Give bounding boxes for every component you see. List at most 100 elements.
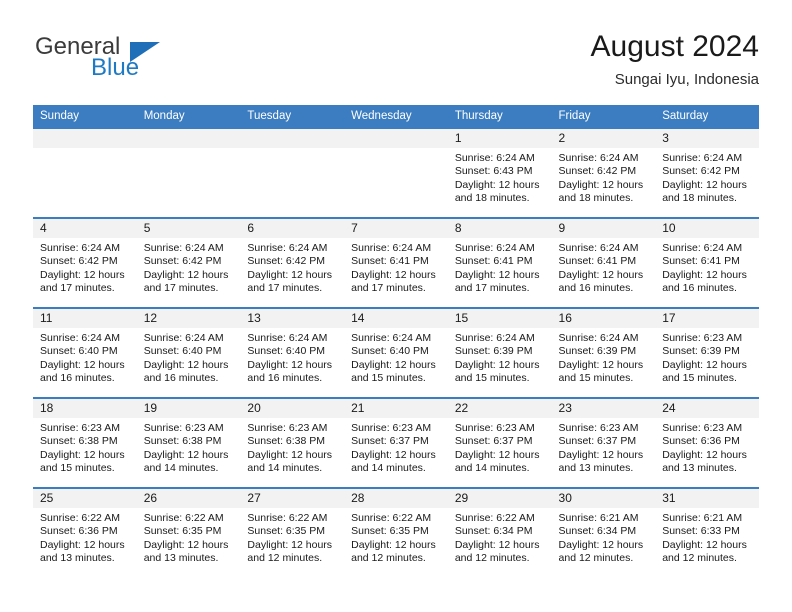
sun-info: Sunrise: 6:22 AM Sunset: 6:35 PM Daylight:… [344, 508, 448, 565]
sunrise-text: Sunrise: 6:24 AM [143, 332, 224, 344]
daylight-text-line1: Daylight: 12 hours [143, 358, 229, 371]
sunrise-text: Sunrise: 6:24 AM [247, 242, 328, 254]
daylight-text-line1: Daylight: 12 hours [143, 268, 229, 281]
day-number: 6 [240, 219, 345, 238]
calendar-day-cell[interactable]: 28 Sunrise: 6:22 AM Sunset: 6:35 PM Dayligh… [344, 487, 448, 577]
daylight-text-line2: and 15 minutes. [454, 371, 530, 384]
sunset-text: Sunset: 6:33 PM [662, 525, 740, 538]
calendar-day-cell[interactable]: 7 Sunrise: 6:24 AM Sunset: 6:41 PM Daylight… [344, 217, 448, 308]
sunrise-text: Sunrise: 6:23 AM [454, 422, 535, 434]
daylight-text-line1: Daylight: 12 hours [143, 538, 229, 551]
sunset-text: Sunset: 6:35 PM [351, 525, 429, 538]
calendar-day-cell[interactable]: 2 Sunrise: 6:24 AM Sunset: 6:42 PM Daylight… [551, 127, 656, 218]
sun-info: Sunrise: 6:24 AM Sunset: 6:39 PM Daylight:… [552, 328, 656, 385]
sunrise-text: Sunrise: 6:22 AM [40, 512, 120, 524]
sunset-text: Sunset: 6:36 PM [40, 525, 118, 538]
sunset-text: Sunset: 6:43 PM [454, 165, 533, 178]
calendar-day-cell[interactable]: 19 Sunrise: 6:23 AM Sunset: 6:38 PM Dayligh… [136, 397, 241, 488]
daylight-text-line2: and 12 minutes. [454, 551, 530, 564]
daylight-text-line2: and 15 minutes. [558, 371, 634, 384]
calendar-day-cell[interactable]: 18 Sunrise: 6:23 AM Sunset: 6:38 PM Dayligh… [33, 397, 137, 488]
sunset-text: Sunset: 6:41 PM [558, 255, 637, 268]
daylight-text-line1: Daylight: 12 hours [558, 178, 644, 191]
sunset-text: Sunset: 6:39 PM [558, 345, 637, 358]
calendar-day-cell[interactable]: 12 Sunrise: 6:24 AM Sunset: 6:40 PM Dayligh… [136, 307, 241, 398]
calendar-day-cell[interactable]: 3 Sunrise: 6:24 AM Sunset: 6:42 PM Daylight… [655, 127, 759, 218]
calendar-day-cell[interactable]: 1 Sunrise: 6:24 AM Sunset: 6:43 PM Daylight… [447, 127, 552, 218]
calendar-day-cell[interactable]: 14 Sunrise: 6:24 AM Sunset: 6:40 PM Dayligh… [344, 307, 448, 398]
day-number: 23 [551, 399, 656, 418]
weekday-header-wednesday: Wednesday [344, 105, 448, 128]
logo-text-blue: Blue [91, 54, 140, 81]
sun-info: Sunrise: 6:24 AM Sunset: 6:41 PM Daylight:… [552, 238, 656, 295]
weekday-header-friday: Friday [551, 105, 656, 128]
daylight-text-line1: Daylight: 12 hours [662, 268, 747, 281]
day-number [33, 129, 137, 148]
calendar-day-cell[interactable]: 8 Sunrise: 6:24 AM Sunset: 6:41 PM Daylight… [447, 217, 552, 308]
daylight-text-line1: Daylight: 12 hours [40, 358, 125, 371]
calendar-day-cell[interactable]: 24 Sunrise: 6:23 AM Sunset: 6:36 PM Dayligh… [655, 397, 759, 488]
daylight-text-line2: and 14 minutes. [247, 461, 323, 474]
calendar-day-cell[interactable]: 6 Sunrise: 6:24 AM Sunset: 6:42 PM Daylight… [240, 217, 345, 308]
daylight-text-line1: Daylight: 12 hours [40, 538, 125, 551]
sunset-text: Sunset: 6:42 PM [40, 255, 118, 268]
sunset-text: Sunset: 6:35 PM [143, 525, 222, 538]
calendar-day-cell-empty [136, 127, 241, 218]
calendar-day-cell[interactable]: 13 Sunrise: 6:24 AM Sunset: 6:40 PM Dayligh… [240, 307, 345, 398]
daylight-text-line1: Daylight: 12 hours [247, 358, 333, 371]
sun-info: Sunrise: 6:23 AM Sunset: 6:36 PM Daylight:… [655, 418, 759, 475]
calendar-day-cell[interactable]: 17 Sunrise: 6:23 AM Sunset: 6:39 PM Dayligh… [655, 307, 759, 398]
sun-info: Sunrise: 6:24 AM Sunset: 6:43 PM Daylight:… [448, 148, 552, 205]
daylight-text-line2: and 13 minutes. [40, 551, 115, 564]
daylight-text-line1: Daylight: 12 hours [40, 448, 125, 461]
day-number: 21 [344, 399, 448, 418]
sunrise-text: Sunrise: 6:23 AM [662, 332, 743, 344]
sunset-text: Sunset: 6:40 PM [247, 345, 326, 358]
general-blue-logo[interactable]: General Blue [33, 34, 253, 90]
sunrise-text: Sunrise: 6:23 AM [247, 422, 328, 434]
calendar-week-row: 1 Sunrise: 6:24 AM Sunset: 6:43 PM Daylight… [33, 127, 759, 218]
sunrise-text: Sunrise: 6:23 AM [351, 422, 432, 434]
sun-info: Sunrise: 6:23 AM Sunset: 6:38 PM Daylight:… [240, 418, 344, 475]
daylight-text-line2: and 13 minutes. [558, 461, 634, 474]
calendar-day-cell[interactable]: 31 Sunrise: 6:21 AM Sunset: 6:33 PM Dayligh… [655, 487, 759, 577]
page-title: August 2024 [590, 30, 759, 63]
calendar-day-cell[interactable]: 30 Sunrise: 6:21 AM Sunset: 6:34 PM Dayligh… [551, 487, 656, 577]
sunrise-text: Sunrise: 6:23 AM [40, 422, 120, 434]
calendar-day-cell[interactable]: 20 Sunrise: 6:23 AM Sunset: 6:38 PM Dayligh… [240, 397, 345, 488]
sun-info: Sunrise: 6:23 AM Sunset: 6:38 PM Daylight:… [137, 418, 241, 475]
sunrise-text: Sunrise: 6:24 AM [558, 152, 639, 164]
calendar-day-cell[interactable]: 29 Sunrise: 6:22 AM Sunset: 6:34 PM Dayligh… [447, 487, 552, 577]
sun-info: Sunrise: 6:24 AM Sunset: 6:40 PM Daylight:… [240, 328, 344, 385]
sun-info: Sunrise: 6:21 AM Sunset: 6:33 PM Daylight:… [655, 508, 759, 565]
calendar-day-cell[interactable]: 23 Sunrise: 6:23 AM Sunset: 6:37 PM Dayligh… [551, 397, 656, 488]
calendar-day-cell[interactable]: 15 Sunrise: 6:24 AM Sunset: 6:39 PM Dayligh… [447, 307, 552, 398]
day-number [240, 129, 345, 148]
sun-info: Sunrise: 6:23 AM Sunset: 6:39 PM Daylight:… [655, 328, 759, 385]
daylight-text-line2: and 14 minutes. [351, 461, 426, 474]
calendar-day-cell[interactable]: 16 Sunrise: 6:24 AM Sunset: 6:39 PM Dayligh… [551, 307, 656, 398]
daylight-text-line2: and 16 minutes. [662, 281, 737, 294]
calendar-day-cell[interactable]: 5 Sunrise: 6:24 AM Sunset: 6:42 PM Daylight… [136, 217, 241, 308]
page-header: General Blue August 2024 Sungai Iyu, Ind… [33, 28, 759, 100]
sun-info: Sunrise: 6:24 AM Sunset: 6:42 PM Daylight:… [552, 148, 656, 205]
calendar-day-cell[interactable]: 27 Sunrise: 6:22 AM Sunset: 6:35 PM Dayligh… [240, 487, 345, 577]
sunset-text: Sunset: 6:35 PM [247, 525, 326, 538]
calendar-day-cell[interactable]: 22 Sunrise: 6:23 AM Sunset: 6:37 PM Dayligh… [447, 397, 552, 488]
daylight-text-line2: and 16 minutes. [40, 371, 115, 384]
calendar-day-cell[interactable]: 4 Sunrise: 6:24 AM Sunset: 6:42 PM Daylight… [33, 217, 137, 308]
sun-info: Sunrise: 6:24 AM Sunset: 6:41 PM Daylight:… [344, 238, 448, 295]
calendar-day-cell[interactable]: 11 Sunrise: 6:24 AM Sunset: 6:40 PM Dayligh… [33, 307, 137, 398]
sunrise-text: Sunrise: 6:23 AM [143, 422, 224, 434]
day-number: 12 [136, 309, 241, 328]
sunset-text: Sunset: 6:41 PM [662, 255, 740, 268]
sunset-text: Sunset: 6:38 PM [40, 435, 118, 448]
calendar-day-cell[interactable]: 21 Sunrise: 6:23 AM Sunset: 6:37 PM Dayligh… [344, 397, 448, 488]
calendar-day-cell[interactable]: 9 Sunrise: 6:24 AM Sunset: 6:41 PM Daylight… [551, 217, 656, 308]
calendar-day-cell[interactable]: 26 Sunrise: 6:22 AM Sunset: 6:35 PM Dayligh… [136, 487, 241, 577]
calendar-day-cell[interactable]: 10 Sunrise: 6:24 AM Sunset: 6:41 PM Dayligh… [655, 217, 759, 308]
weekday-header-thursday: Thursday [447, 105, 552, 128]
daylight-text-line1: Daylight: 12 hours [558, 448, 644, 461]
sun-info: Sunrise: 6:23 AM Sunset: 6:38 PM Daylight:… [33, 418, 137, 475]
calendar-day-cell[interactable]: 25 Sunrise: 6:22 AM Sunset: 6:36 PM Dayligh… [33, 487, 137, 577]
